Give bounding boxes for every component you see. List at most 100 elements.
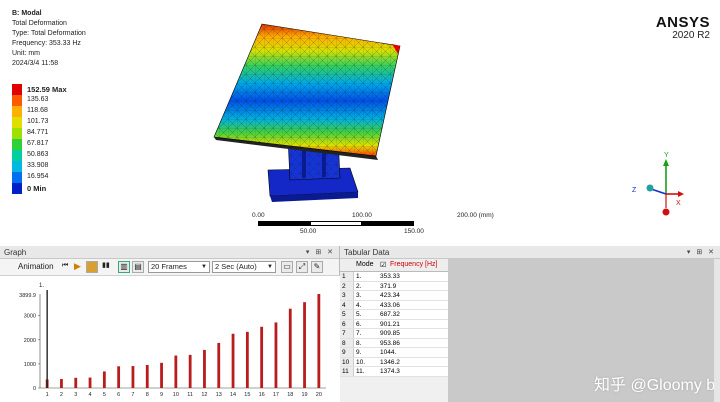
frequency-cell: 433.06 xyxy=(380,301,400,309)
mode-cell: 9. xyxy=(356,349,362,356)
table-row[interactable]: 6 6. 901.21 xyxy=(340,319,448,329)
first-frame-icon[interactable]: ⏮ xyxy=(62,262,68,270)
scale-label: 100.00 xyxy=(352,212,372,219)
legend-label: 84.771 xyxy=(27,129,49,136)
table-row[interactable]: 1 1. 353.33 xyxy=(340,272,448,282)
result-line: Frequency: 353.33 Hz xyxy=(12,40,81,47)
export-video-icon[interactable]: ▭ xyxy=(281,261,293,273)
x-tick-label: 3 xyxy=(74,392,77,398)
x-tick-label: 16 xyxy=(259,392,265,398)
tabular-table: Mode ☑ Frequency [Hz] 1 1. 353.33 2 2. 371.9 3… xyxy=(340,259,448,377)
legend-swatch xyxy=(12,150,22,161)
table-row[interactable]: 5 5. 687.32 xyxy=(340,310,448,320)
row-number: 6 xyxy=(340,319,354,328)
result-info: B: Modal Total Deformation Type: Total D… xyxy=(12,9,86,69)
graph-panel: Graph ▾ ⊞ ✕ Animation ⏮ ▶ ▮▮ ▥ ▤ 20 Fram… xyxy=(0,246,340,402)
row-number: 3 xyxy=(340,291,354,300)
legend-swatch xyxy=(12,139,22,150)
table-row[interactable]: 3 3. 423.34 xyxy=(340,291,448,301)
bar-mode-12 xyxy=(203,349,206,388)
current-mode-label: 1. xyxy=(39,283,44,289)
frequency-cell: 423.34 xyxy=(380,292,400,299)
result-title: B: Modal xyxy=(12,10,42,17)
frequency-bar-chart[interactable]: 1.3899.901000200030001 2 3 4 5 6 7 8 9 10 11 12 13 14… xyxy=(0,276,340,402)
mode-cell: 5. xyxy=(356,311,362,318)
bar-mode-4 xyxy=(88,377,92,388)
table-row[interactable]: 9 9. 1044. xyxy=(340,348,448,358)
row-number: 5 xyxy=(340,310,354,319)
mode-cell: 10. xyxy=(356,358,366,366)
mode-cell: 4. xyxy=(356,301,362,309)
legend-swatch xyxy=(12,172,22,183)
bar-mode-3 xyxy=(74,377,78,388)
animation-label: Animation xyxy=(18,262,54,271)
bar-mode-8 xyxy=(145,365,149,388)
bar-mode-9 xyxy=(160,362,163,388)
scale-segment xyxy=(310,221,362,226)
mode-cell: 1. xyxy=(356,273,362,280)
stop-button[interactable] xyxy=(86,261,98,273)
range-icon[interactable]: ▤ xyxy=(132,261,144,273)
bar-mode-16 xyxy=(260,326,264,388)
row-number: 10 xyxy=(340,357,354,366)
checkbox-icon[interactable]: ☑ xyxy=(380,261,386,269)
legend-label: 67.817 xyxy=(27,140,49,147)
bar-mode-15 xyxy=(245,331,249,388)
column-header-mode[interactable]: Mode xyxy=(356,261,374,268)
legend-swatch xyxy=(12,128,22,139)
distributed-icon[interactable]: ▥ xyxy=(118,261,130,273)
frames-select[interactable]: 20 Frames ▼ xyxy=(148,261,210,273)
legend-label: 152.59 Max xyxy=(27,85,67,94)
settings-icon[interactable]: ✎ xyxy=(311,261,323,273)
legend-label: 50.863 xyxy=(27,151,49,158)
deformed-model[interactable] xyxy=(210,20,420,210)
x-tick-label: 9 xyxy=(160,392,163,398)
y-tick-label: 2000 xyxy=(24,338,36,344)
row-number: 1 xyxy=(340,272,354,281)
graph-panel-controls[interactable]: ▾ ⊞ ✕ xyxy=(306,246,335,259)
frequency-cell: 1346.2 xyxy=(380,358,400,366)
scale-label: 150.00 xyxy=(404,228,424,235)
tabular-panel-controls[interactable]: ▾ ⊞ ✕ xyxy=(687,246,716,259)
table-row[interactable]: 2 2. 371.9 xyxy=(340,281,448,291)
mode-cell: 3. xyxy=(356,292,362,299)
bar-mode-17 xyxy=(274,322,278,388)
legend-label: 0 Min xyxy=(27,184,47,193)
axis-triad[interactable]: Y X Z xyxy=(626,150,686,222)
vertical-scrollbar[interactable] xyxy=(714,259,720,402)
x-tick-label: 2 xyxy=(60,392,63,398)
x-tick-label: 8 xyxy=(146,392,149,398)
x-tick-label: 5 xyxy=(103,392,106,398)
table-row[interactable]: 8 8. 953.86 xyxy=(340,338,448,348)
step-icon[interactable]: ▮▮ xyxy=(102,261,110,269)
table-row[interactable]: 10 10. 1346.2 xyxy=(340,357,448,367)
column-header-frequency[interactable]: Frequency [Hz] xyxy=(390,261,437,268)
frequency-cell: 1374.3 xyxy=(380,368,400,375)
graphics-viewport[interactable]: B: Modal Total Deformation Type: Total D… xyxy=(0,0,720,246)
frequency-cell: 909.85 xyxy=(380,330,400,337)
table-body: 1 1. 353.33 2 2. 371.9 3 3. 423.34 4 4. 433.06 5 5. 68… xyxy=(340,272,448,377)
play-icon[interactable]: ▶ xyxy=(74,261,81,272)
table-row[interactable]: 11 11. 1374.3 xyxy=(340,367,448,377)
row-number: 8 xyxy=(340,338,354,347)
x-tick-label: 20 xyxy=(316,392,322,398)
bar-mode-7 xyxy=(131,366,135,388)
x-tick-label: 19 xyxy=(301,392,307,398)
x-tick-label: 1 xyxy=(46,392,49,398)
duration-select[interactable]: 2 Sec (Auto) ▼ xyxy=(212,261,276,273)
x-tick-label: 7 xyxy=(131,392,134,398)
mode-cell: 8. xyxy=(356,339,362,347)
mode-cell: 2. xyxy=(356,282,362,290)
frames-value: 20 Frames xyxy=(151,262,187,271)
x-tick-label: 13 xyxy=(216,392,222,398)
table-row[interactable]: 4 4. 433.06 xyxy=(340,300,448,310)
zoom-fit-icon[interactable]: ⤢ xyxy=(296,261,308,273)
bar-mode-6 xyxy=(117,366,121,388)
duration-value: 2 Sec (Auto) xyxy=(215,262,257,271)
bar-mode-18 xyxy=(288,308,292,388)
bar-mode-2 xyxy=(60,379,63,388)
x-tick-label: 15 xyxy=(244,392,250,398)
table-row[interactable]: 7 7. 909.85 xyxy=(340,329,448,339)
scale-segment xyxy=(362,221,414,226)
y-max-label: 3899.9 xyxy=(19,293,36,299)
